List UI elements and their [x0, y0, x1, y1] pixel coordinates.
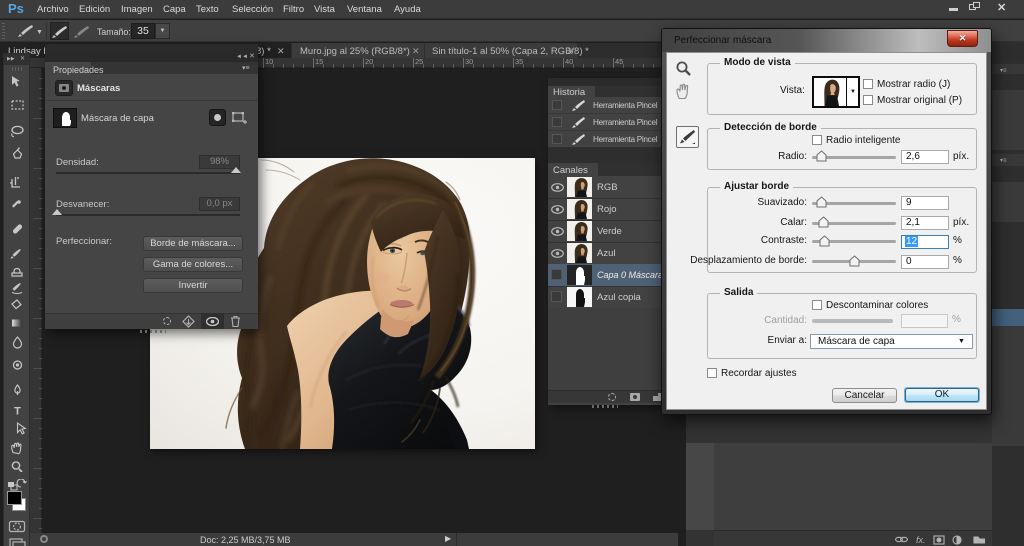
svg-text:T: T	[14, 406, 21, 418]
svg-text:fx.: fx.	[916, 535, 926, 545]
